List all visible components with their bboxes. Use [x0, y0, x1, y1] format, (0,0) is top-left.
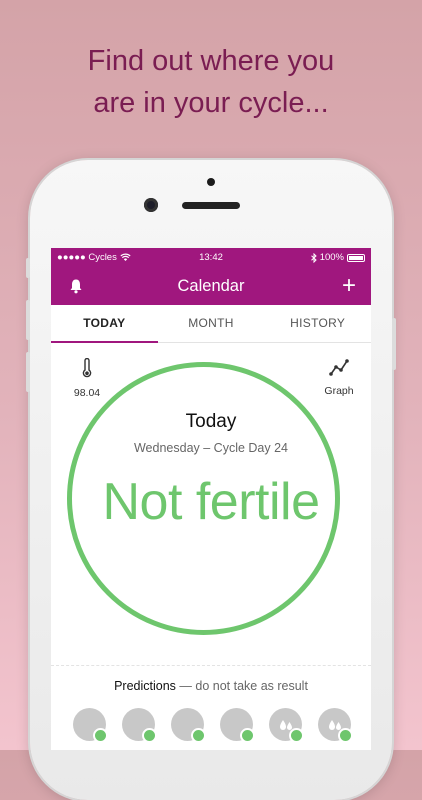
volume-down-button [26, 352, 30, 392]
battery-icon [347, 253, 365, 262]
volume-up-button [26, 300, 30, 340]
graph-label: Graph [324, 385, 354, 397]
fertility-dot-icon [338, 728, 353, 743]
front-camera [144, 198, 158, 212]
app-screen: ●●●●● Cycles 13:42 100% Calendar + TODAY… [51, 248, 371, 750]
graph-icon [329, 359, 349, 376]
fertility-dot-icon [191, 728, 206, 743]
mute-switch [26, 258, 30, 278]
cycle-day-subtitle: Wednesday – Cycle Day 24 [133, 441, 289, 455]
temperature-value: 98.04 [73, 387, 101, 399]
prediction-day[interactable] [220, 708, 255, 743]
earpiece-speaker [182, 202, 240, 209]
predictions-note: — do not take as result [179, 679, 308, 693]
predictions-heading: Predictions — do not take as result [51, 679, 371, 693]
fertility-dot-icon [93, 728, 108, 743]
prediction-day[interactable] [269, 708, 304, 743]
tab-history[interactable]: HISTORY [264, 305, 371, 342]
status-time: 13:42 [199, 252, 223, 263]
predictions-row [73, 708, 353, 743]
app-bar: Calendar + [51, 267, 371, 305]
temperature-button[interactable]: 98.04 [73, 357, 101, 399]
prediction-day[interactable] [318, 708, 353, 743]
prediction-day[interactable] [73, 708, 108, 743]
prediction-day[interactable] [171, 708, 206, 743]
power-button [392, 318, 396, 370]
tab-month[interactable]: MONTH [158, 305, 265, 342]
promo-headline: Find out where you are in your cycle... [0, 40, 422, 124]
fertility-status: Not fertile [102, 473, 320, 531]
status-bar: ●●●●● Cycles 13:42 100% [51, 248, 371, 267]
fertility-dot-icon [142, 728, 157, 743]
fertility-dot-icon [289, 728, 304, 743]
headline-line-2: are in your cycle... [93, 87, 329, 119]
tab-today[interactable]: TODAY [51, 305, 158, 342]
page-title: Calendar [177, 276, 245, 295]
fertility-dot-icon [240, 728, 255, 743]
tab-bar: TODAY MONTH HISTORY [51, 305, 371, 343]
thermometer-icon [82, 357, 92, 378]
proximity-sensor [207, 178, 215, 186]
graph-button[interactable]: Graph [321, 358, 357, 397]
prediction-day[interactable] [122, 708, 157, 743]
headline-line-1: Find out where you [87, 45, 335, 77]
predictions-title: Predictions [114, 679, 176, 693]
add-entry-button[interactable]: + [342, 274, 356, 298]
section-divider [51, 665, 371, 666]
day-title: Today [185, 411, 237, 432]
active-tab-indicator [51, 341, 158, 343]
